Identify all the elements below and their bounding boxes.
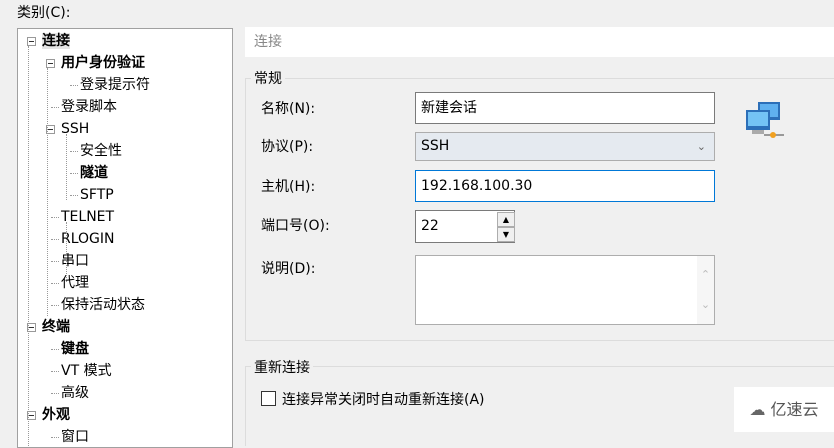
tree-connector [51, 437, 59, 438]
tree-item[interactable]: 外观 [42, 404, 70, 426]
scroll-up-icon: ⌃ [700, 268, 711, 281]
category-label: 类别(C): [17, 5, 71, 21]
tree-item-label: 高级 [61, 385, 89, 401]
tree-item-label: 终端 [42, 319, 70, 335]
tree-item[interactable]: 键盘 [61, 338, 89, 360]
tree-item-label: 窗口 [61, 429, 89, 445]
tree-connector [70, 151, 78, 152]
section-header: 连接 [245, 27, 834, 57]
collapse-toggle-icon[interactable] [46, 59, 55, 68]
tree-connector [51, 371, 59, 372]
tree-item-label: 连接 [42, 33, 70, 49]
name-input[interactable]: 新建会话 [415, 92, 715, 124]
chevron-down-icon: ⌄ [696, 140, 706, 153]
description-label: 说明(D): [261, 261, 316, 277]
tree-item[interactable]: SFTP [80, 184, 114, 206]
collapse-toggle-icon[interactable] [27, 37, 36, 46]
scroll-down-icon: ⌄ [700, 298, 711, 311]
tree-item[interactable]: 连接 [42, 30, 70, 52]
tree-item[interactable]: 高级 [61, 382, 89, 404]
tree-item-label: 登录提示符 [80, 77, 150, 93]
tree-connector [51, 261, 59, 262]
tree-item-label: VT 模式 [61, 363, 112, 379]
cloud-logo-icon: ☁ [749, 400, 766, 419]
tree-guide-line [47, 68, 48, 316]
description-textarea[interactable]: ⌃ ⌄ [415, 255, 715, 325]
tree-item-label: TELNET [61, 209, 115, 225]
protocol-value: SSH [421, 138, 450, 154]
category-tree[interactable]: 连接 用户身份验证 登录提示符 登录脚本 SSH 安全性 隧道 SFTP TELNET RLOGI… [17, 28, 233, 448]
tree-connector [51, 107, 59, 108]
session-computer-icon [744, 100, 786, 144]
tree-item-label: 保持活动状态 [61, 297, 145, 313]
watermark-text: 亿速云 [770, 400, 819, 419]
tree-item-label: 键盘 [61, 341, 89, 357]
tree-connector [51, 217, 59, 218]
tree-guide-line [28, 46, 29, 446]
tree-connector [70, 195, 78, 196]
tree-connector [51, 283, 59, 284]
tree-item[interactable]: 保持活动状态 [61, 294, 145, 316]
tree-connector [51, 349, 59, 350]
general-group-title: 常规 [251, 68, 285, 88]
protocol-select[interactable]: SSH ⌄ [415, 132, 715, 161]
tree-item[interactable]: VT 模式 [61, 360, 112, 382]
tree-item-label: 登录脚本 [61, 99, 117, 115]
watermark: ☁ 亿速云 [734, 387, 834, 432]
port-increment-button[interactable]: ▲ [497, 212, 515, 227]
tree-item[interactable]: 安全性 [80, 140, 122, 162]
tree-item-label: 外观 [42, 407, 70, 423]
tree-item-label: 用户身份验证 [61, 55, 145, 71]
tree-connector [51, 305, 59, 306]
tree-guide-line [66, 134, 67, 200]
tree-guide-line [66, 222, 67, 282]
port-decrement-button[interactable]: ▼ [497, 227, 515, 242]
tree-connector [70, 173, 78, 174]
host-input[interactable]: 192.168.100.30 [415, 170, 715, 202]
tree-connector [51, 393, 59, 394]
tree-item[interactable]: 用户身份验证 [61, 52, 145, 74]
tree-connector [70, 85, 78, 86]
tree-item-label: SFTP [80, 187, 114, 203]
host-label: 主机(H): [261, 179, 316, 195]
tree-item[interactable]: TELNET [61, 206, 114, 228]
tree-connector [51, 239, 59, 240]
auto-reconnect-label[interactable]: 连接异常关闭时自动重新连接(A) [282, 389, 485, 409]
tree-item-label: 隧道 [80, 165, 108, 181]
tree-item-label: 安全性 [80, 143, 122, 159]
auto-reconnect-checkbox[interactable] [261, 391, 276, 406]
tree-item[interactable]: RLOGIN [61, 228, 115, 250]
tree-item[interactable]: 终端 [42, 316, 70, 338]
tree-item[interactable]: 登录提示符 [80, 74, 150, 96]
port-label: 端口号(O): [261, 218, 330, 234]
tree-item-label: RLOGIN [61, 231, 115, 247]
reconnect-group-title: 重新连接 [251, 357, 313, 377]
description-scrollbar[interactable]: ⌃ ⌄ [697, 256, 714, 324]
tree-item[interactable]: 隧道 [80, 162, 108, 184]
name-label: 名称(N): [261, 101, 316, 117]
protocol-label: 协议(P): [261, 139, 314, 155]
tree-item[interactable]: 登录脚本 [61, 96, 117, 118]
tree-item[interactable]: 窗口 [61, 426, 89, 447]
